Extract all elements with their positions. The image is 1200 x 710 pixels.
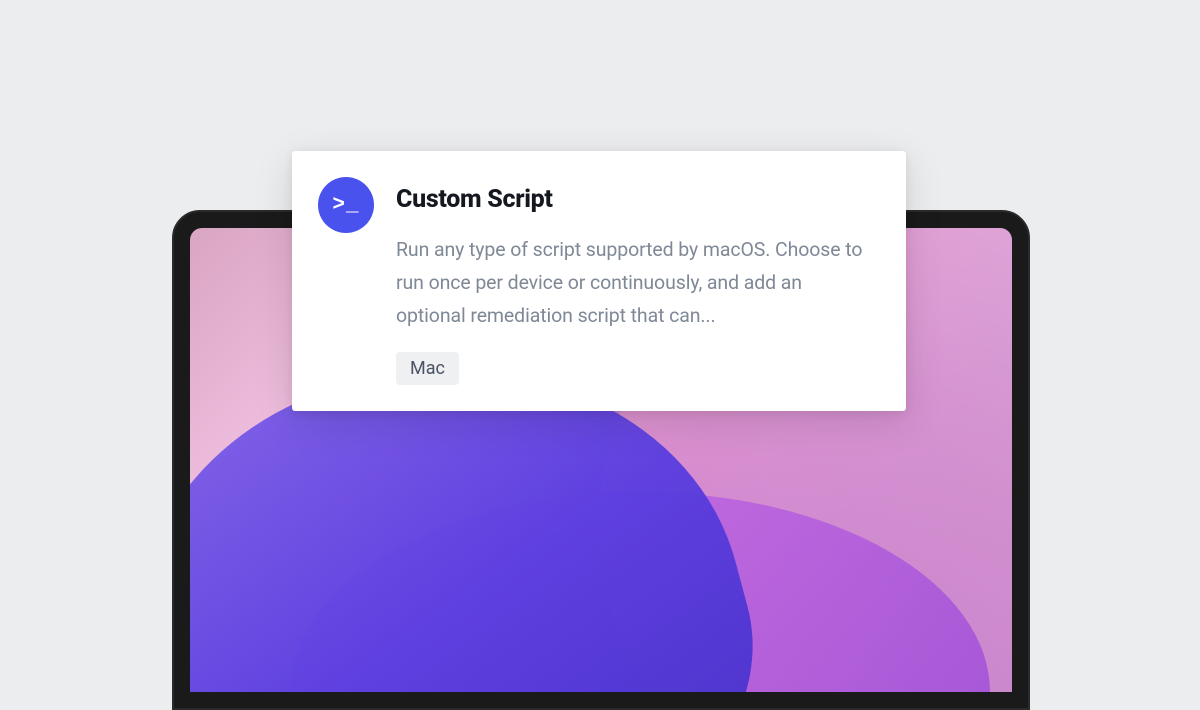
custom-script-card[interactable]: >_ Custom Script Run any type of script …	[292, 151, 906, 411]
card-description: Run any type of script supported by macO…	[396, 234, 876, 332]
card-title: Custom Script	[396, 185, 876, 214]
terminal-icon: >_	[318, 177, 374, 233]
card-content: Custom Script Run any type of script sup…	[396, 179, 876, 385]
platform-badge-mac: Mac	[396, 352, 459, 385]
